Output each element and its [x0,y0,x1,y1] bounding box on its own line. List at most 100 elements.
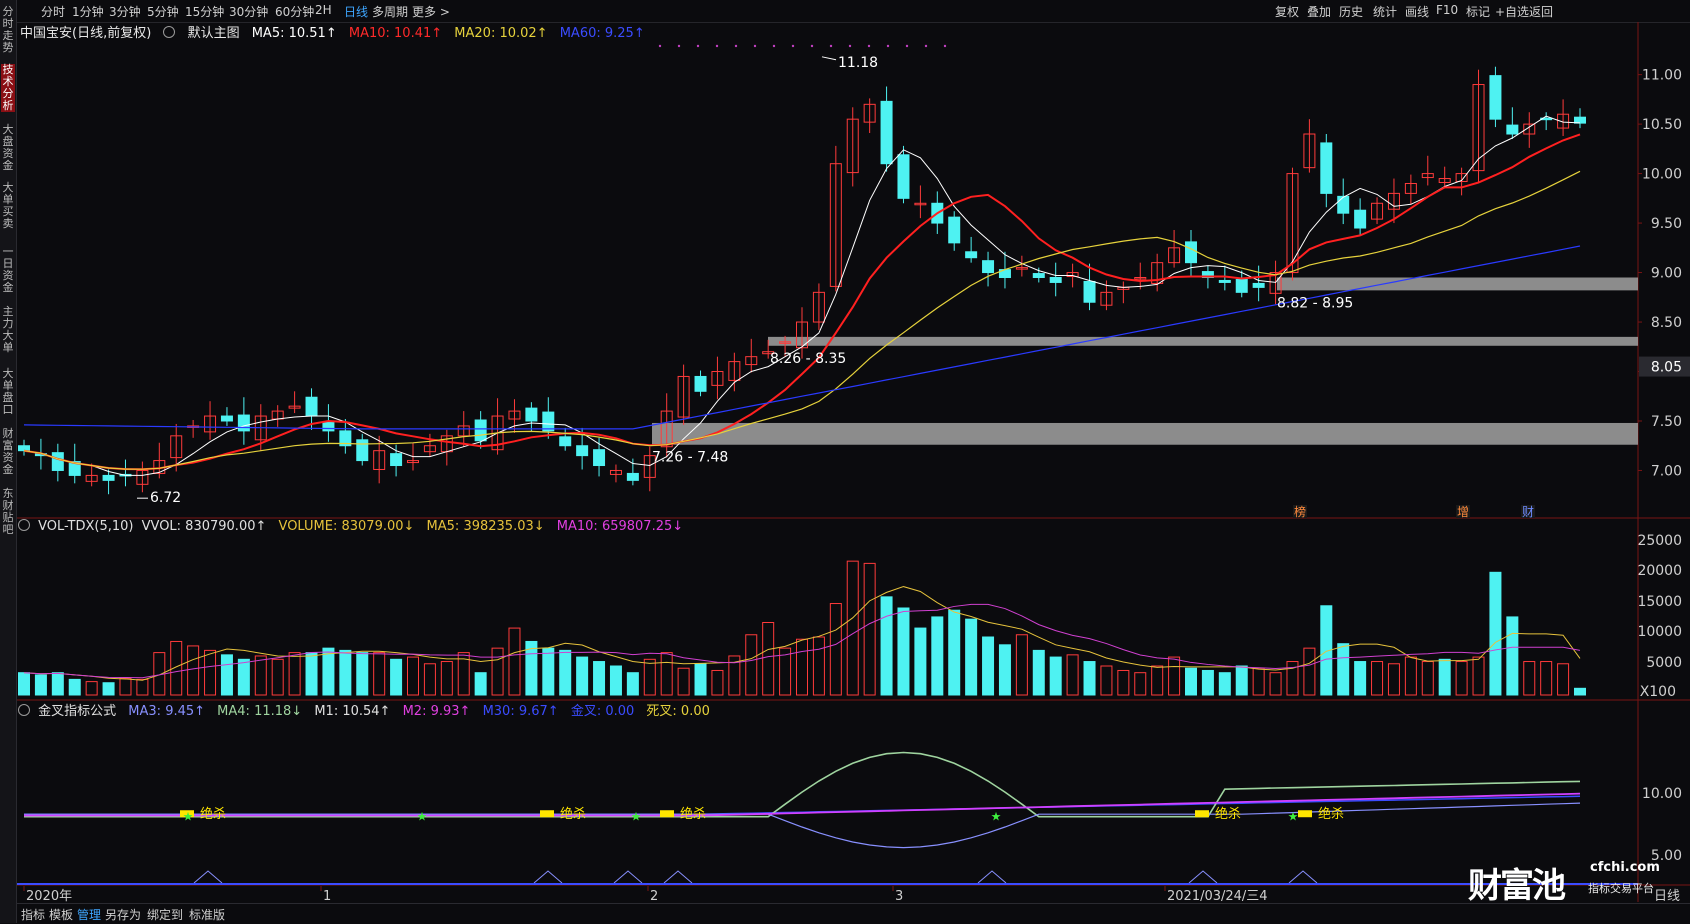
triangle-marker [1188,870,1218,884]
volume-bar [1574,687,1586,696]
volume-bar [356,652,369,696]
volume-bar [508,627,521,696]
bottom-tab-5[interactable]: 标准版 [189,906,225,923]
volume-bar [187,645,200,696]
kline-chart[interactable]: 11.0010.5010.009.509.008.508.007.507.008… [0,0,1690,923]
volume-bar [1371,661,1384,696]
template-label[interactable]: 默认主图 [188,26,240,41]
candle-body [1320,142,1333,194]
bottom-tab-2[interactable]: 管理 [77,906,101,923]
indicator-name[interactable]: 金叉指标公式 [38,704,116,719]
candle-body [593,449,606,467]
top-dot [715,44,719,48]
candle-body [576,445,589,457]
volume-bar [1438,658,1451,696]
volume-bar [136,678,149,696]
volume-bar [1472,656,1485,696]
volume-bar [1032,649,1045,696]
volume-bar [914,627,927,696]
bottom-tab-4[interactable]: 绑定到 [147,906,183,923]
bottom-tab-3[interactable]: 另存为 [105,906,141,923]
volume-bar [288,652,301,696]
volume-bar [1252,667,1265,696]
vvol-value: VVOL: 830790.00↑ [141,519,267,534]
vol-ma10-value: MA10: 659807.25↓ [556,519,684,534]
triangle-marker [193,870,223,884]
volume-value: VOLUME: 83079.00↓ [278,519,415,534]
indicator-tick-label: 10.00 [1642,786,1682,802]
volume-bar [812,636,825,696]
volume-bar [254,655,267,696]
date-tick-label: 1 [323,889,331,904]
volume-bar [1134,672,1147,696]
volume-bar [897,607,910,696]
bottom-tab-0[interactable]: 指标 [21,906,45,923]
star-icon: ★ [1288,809,1299,823]
volume-bar [1168,656,1181,696]
volume-bar [51,672,64,696]
indicator-legend: 金叉指标公式 MA3: 9.45↑ MA4: 11.18↓ M1: 10.54↑… [18,700,718,719]
date-tick-label: 2020年 [26,889,72,904]
top-dot [905,44,909,48]
candle-body [542,411,555,432]
volume-bar [271,658,284,696]
volume-bar [204,649,217,696]
volume-bar [1235,665,1248,696]
volume-bar [829,603,842,696]
price-tick-label: 10.50 [1642,117,1682,133]
indicator-settings-icon[interactable] [18,704,30,716]
candle-body [1185,241,1197,264]
star-icon: ★ [183,809,194,823]
volume-bar [491,647,504,696]
vol-ma5-value: MA5: 398235.03↓ [426,519,545,534]
watermark-site: cfchi.com [1590,860,1660,875]
star-icon: ★ [631,809,642,823]
ma10-value: MA10: 10.41↑ [348,26,443,41]
volume-bar [237,658,250,696]
vol-name[interactable]: VOL-TDX(5,10) [38,519,133,534]
volume-bar [390,658,403,696]
volume-bar [965,618,978,696]
volume-bar [1421,661,1434,696]
death-cross-value: 死叉: 0.00 [646,704,710,719]
volume-bar [1489,571,1502,696]
top-dot [791,44,795,48]
volume-bar [1387,663,1400,696]
top-dot [943,44,947,48]
zone3-label: 8.82 - 8.95 [1277,295,1353,311]
settings-circle-icon[interactable] [163,26,176,38]
volume-bar [474,672,487,696]
price-tick-label: 7.00 [1651,463,1682,479]
top-dot [734,44,738,48]
signal-label: 绝杀 [1215,806,1241,822]
volume-unit-label: X100 [1640,684,1676,700]
top-dot [886,44,890,48]
support-zone-band [652,422,1638,445]
volume-bar [18,672,30,696]
candle-body [1218,279,1231,283]
volume-bar [1083,661,1096,696]
volume-bar [796,638,808,696]
candle-body [1235,278,1248,293]
signal-label: 绝杀 [200,806,226,822]
volume-bar [542,647,555,696]
candle-body [1252,282,1265,288]
zone1-label: 7.26 - 7.48 [652,450,728,466]
high-price-label: 11.18 [838,55,878,71]
triangle-marker [1288,870,1318,884]
volume-bar [305,652,318,696]
signal-marker [1298,810,1312,818]
zone2-label: 8.26 - 8.35 [770,351,846,367]
candle-body [626,472,639,481]
candle-body [880,100,893,165]
triangle-marker [533,870,563,884]
volume-settings-icon[interactable] [18,519,30,531]
volume-bar [373,652,386,696]
bottom-tab-1[interactable]: 模板 [49,906,73,923]
signal-marker [1195,810,1209,818]
bottom-tab-bar: 指标 模板 管理 另存为 绑定到 标准版 [17,903,1690,924]
volume-bar [1303,647,1316,696]
m2-value: M2: 9.93↑ [402,704,471,719]
volume-bar [1201,669,1214,696]
candle-body [948,216,961,244]
